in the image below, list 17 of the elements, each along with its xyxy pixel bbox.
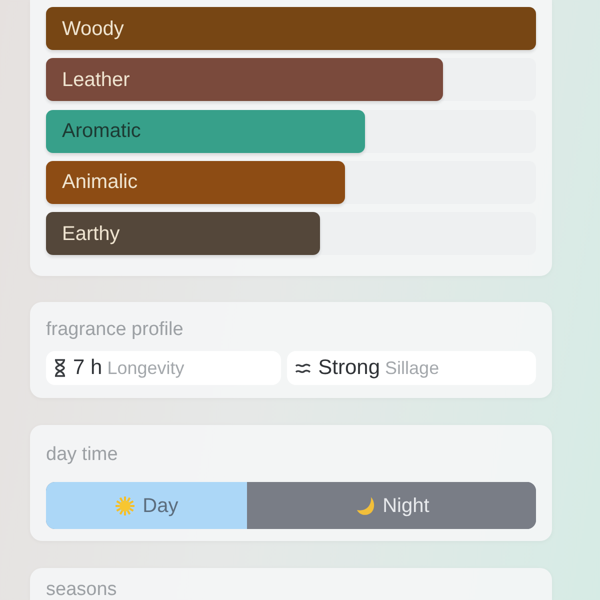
profile-label: Longevity <box>107 356 184 380</box>
profile-value: 7 h <box>73 355 102 382</box>
hourglass-icon <box>54 359 66 378</box>
section-title: day time <box>46 443 119 468</box>
accord-label: Animalic <box>62 170 138 196</box>
segment-label: Day <box>142 494 178 519</box>
waves-icon <box>295 362 312 375</box>
section-title: fragrance profile <box>46 318 184 342</box>
section-title: seasons <box>46 580 118 600</box>
accord-label: Leather <box>62 68 130 93</box>
segment-label: Night <box>382 494 430 519</box>
sun-icon <box>114 496 135 516</box>
accord-label: Woody <box>62 16 124 42</box>
accord-label: Earthy <box>62 222 120 247</box>
profile-value: Strong <box>318 355 380 382</box>
profile-label: Sillage <box>385 356 440 380</box>
accord-label: Aromatic <box>62 119 141 144</box>
